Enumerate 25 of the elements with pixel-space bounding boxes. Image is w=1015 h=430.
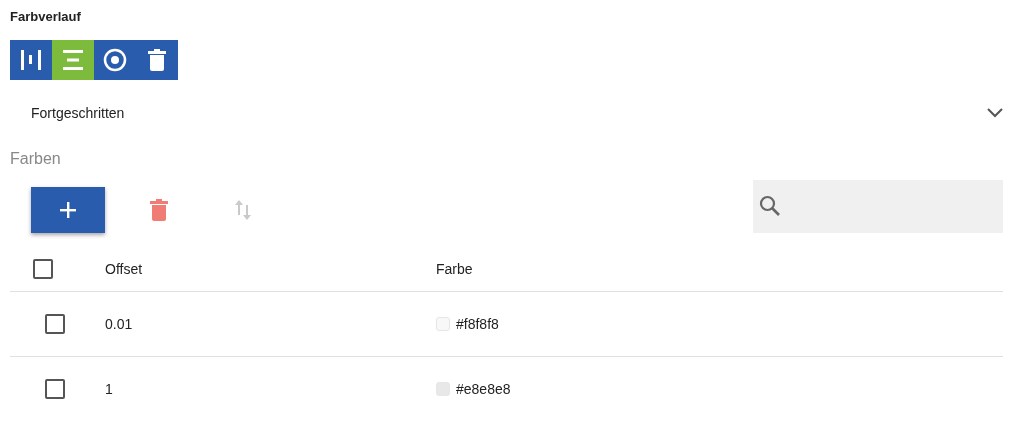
panel-title: Farbverlauf [10, 8, 82, 26]
plus-icon [59, 201, 77, 219]
table-cell: 1 [105, 381, 113, 397]
lines-icon [60, 47, 86, 73]
target-icon [102, 47, 128, 73]
toolbar-button[interactable] [10, 40, 52, 80]
chevron-icon [987, 108, 1003, 118]
table-cell: 0.01 [105, 316, 133, 332]
table-cell: #e8e8e8 [456, 381, 511, 397]
advanced-section-header[interactable]: Fortgeschritten [10, 89, 1003, 137]
column-header: Offset [105, 261, 143, 277]
search-field[interactable] [753, 179, 1003, 233]
column-header: Farbe [436, 261, 473, 277]
checkbox[interactable] [45, 379, 65, 399]
table-cell: #f8f8f8 [456, 316, 499, 332]
section-label: Farben [10, 150, 62, 168]
trash-icon [146, 48, 168, 72]
bars-icon [18, 47, 44, 73]
toolbar-button[interactable] [94, 40, 136, 80]
checkbox[interactable] [33, 259, 53, 279]
toolbar-button[interactable] [136, 40, 178, 80]
search-icon [758, 194, 782, 218]
sort-icon [233, 198, 253, 222]
checkbox[interactable] [45, 314, 65, 334]
trash-icon [149, 198, 169, 222]
